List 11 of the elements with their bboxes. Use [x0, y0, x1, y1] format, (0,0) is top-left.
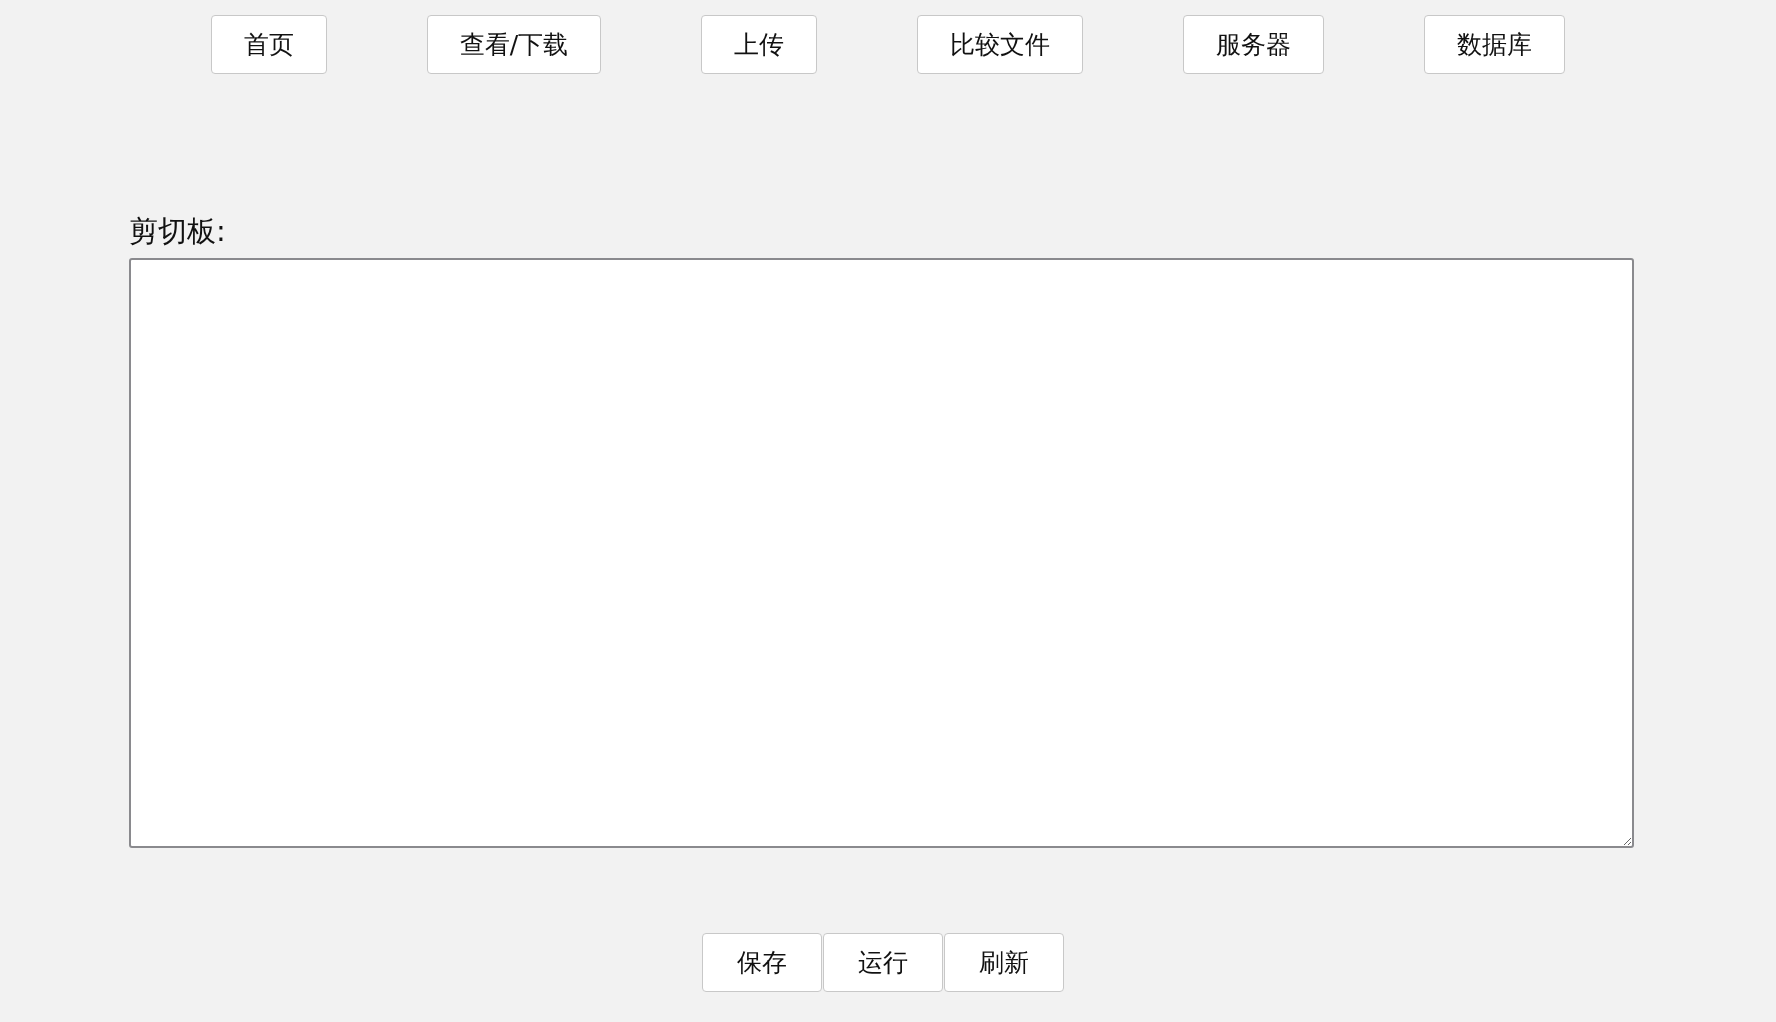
nav-button[interactable]: 比较文件	[917, 15, 1084, 74]
action-button[interactable]: 运行	[822, 933, 943, 992]
nav-button[interactable]: 首页	[210, 15, 327, 74]
nav-button[interactable]: 数据库	[1424, 15, 1566, 74]
nav-button[interactable]: 服务器	[1183, 15, 1325, 74]
nav-button[interactable]: 上传	[701, 15, 818, 74]
action-button[interactable]: 刷新	[943, 933, 1064, 992]
action-button[interactable]: 保存	[701, 933, 822, 992]
clipboard-label: 剪切板:	[129, 213, 227, 250]
nav-button[interactable]: 查看/下载	[426, 15, 602, 74]
clipboard-field[interactable]	[129, 258, 1634, 848]
